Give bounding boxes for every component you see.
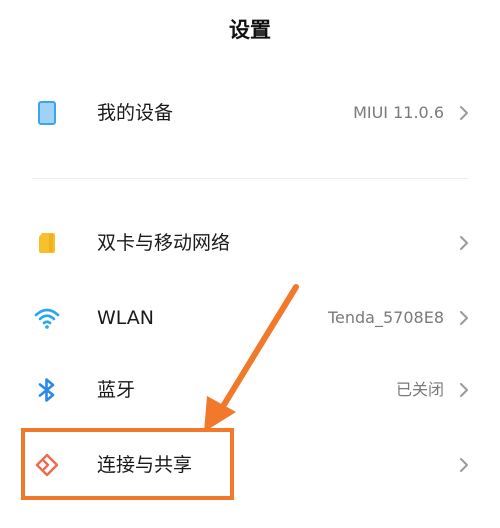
chevron-right-icon [460,236,468,250]
settings-item-value: 已关闭 [395,380,444,399]
settings-item-bluetooth[interactable]: 蓝牙 已关闭 [0,359,500,421]
settings-item-value: Tenda_5708E8 [327,308,444,327]
settings-item-sim-network[interactable]: 双卡与移动网络 [0,212,500,274]
chevron-right-icon [460,458,468,472]
page-title: 设置 [229,18,271,42]
bluetooth-icon [38,378,55,402]
settings-item-wlan[interactable]: WLAN Tenda_5708E8 [0,287,500,349]
settings-item-value: MIUI 11.0.6 [353,103,444,122]
device-icon [38,101,56,125]
chevron-right-icon [460,106,468,120]
settings-item-label: 双卡与移动网络 [97,232,231,254]
settings-item-label: 我的设备 [97,102,174,124]
sim-card-icon [39,233,55,253]
wifi-icon [34,308,60,329]
settings-item-label: 蓝牙 [97,379,136,401]
chevron-right-icon [460,383,468,397]
settings-item-my-device[interactable]: 我的设备 MIUI 11.0.6 [0,82,500,144]
annotation-highlight-box [21,428,234,500]
section-divider [32,178,468,179]
settings-item-label: WLAN [97,307,155,329]
chevron-right-icon [460,311,468,325]
